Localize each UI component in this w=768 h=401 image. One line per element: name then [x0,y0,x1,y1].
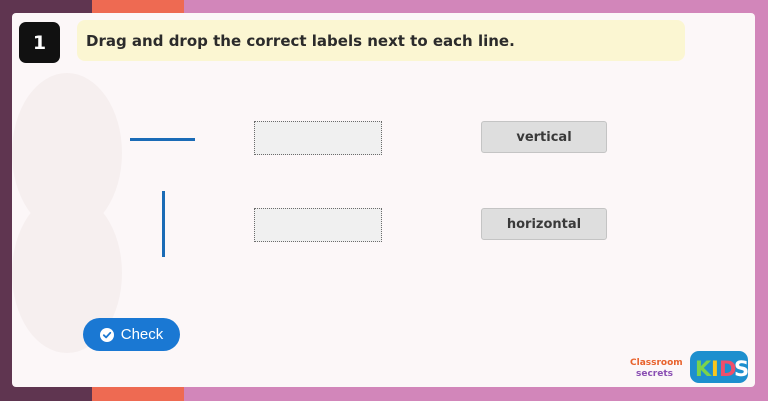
drop-zone-2[interactable] [254,208,382,242]
check-button[interactable]: Check [83,318,180,351]
label-horizontal[interactable]: horizontal [481,208,607,240]
horizontal-line [130,138,195,141]
svg-text:K: K [695,357,712,381]
drop-zone-1[interactable] [254,121,382,155]
vertical-line [162,191,165,257]
label-vertical[interactable]: vertical [481,121,607,153]
check-button-label: Check [120,326,164,343]
svg-text:S: S [734,357,749,381]
classroom-secrets-kids-logo: Classroom secrets K I D S [630,349,750,385]
svg-text:secrets: secrets [636,369,673,379]
question-number: 1 [19,22,60,63]
check-circle-icon [99,327,114,342]
svg-text:I: I [711,357,719,381]
activity-panel: 1 Drag and drop the correct labels next … [12,13,755,387]
instruction-text: Drag and drop the correct labels next to… [77,20,685,61]
svg-text:Classroom: Classroom [630,358,683,368]
